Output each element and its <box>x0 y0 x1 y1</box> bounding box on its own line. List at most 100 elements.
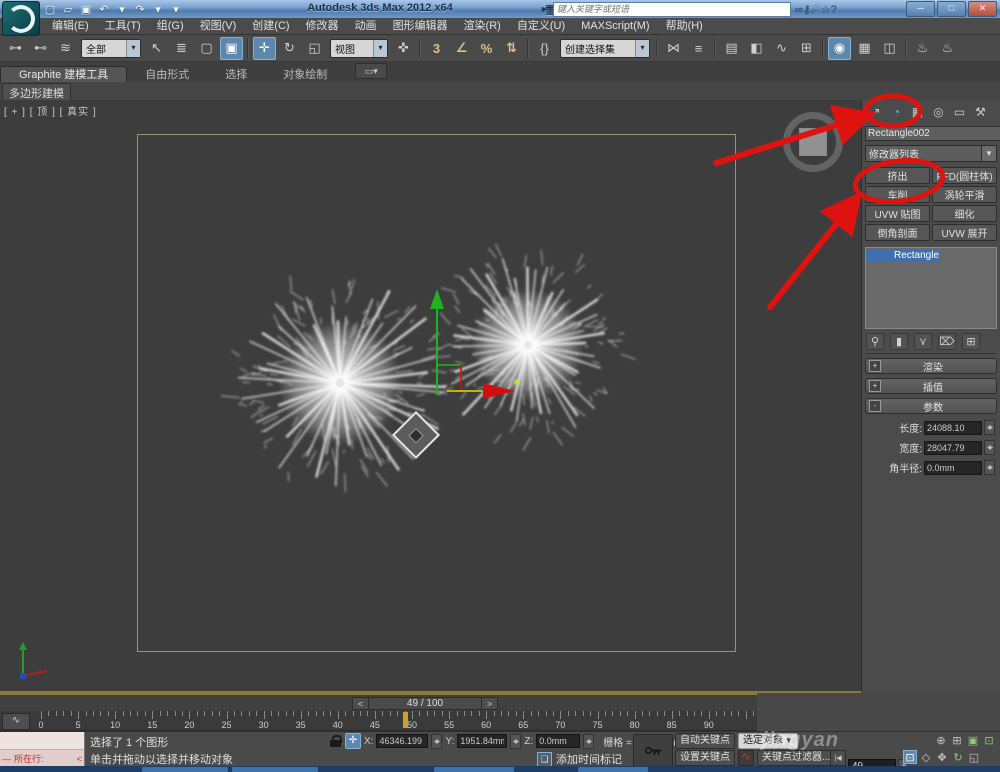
selection-region-icon[interactable]: ▢ <box>195 37 218 60</box>
rollout-rendering[interactable]: + 渲染 <box>865 358 997 374</box>
configure-modifier-sets-icon[interactable]: ⊞ <box>962 333 980 350</box>
open-file-icon[interactable]: ▱ <box>60 2 76 17</box>
width-spinner[interactable] <box>984 440 995 455</box>
select-and-manipulate-icon[interactable]: ✜ <box>392 37 415 60</box>
time-slider-next-button[interactable]: > <box>481 697 498 710</box>
select-and-rotate-icon[interactable]: ↻ <box>278 37 301 60</box>
track-bar[interactable]: ∿ 051015202530354045505560657075808590 <box>0 711 757 731</box>
auto-key-button[interactable]: 自动关键点 <box>675 733 735 749</box>
render-iterative-icon[interactable]: ♨ <box>936 37 959 60</box>
tab-graphite-modeling-tools[interactable]: Graphite 建模工具 <box>0 66 127 83</box>
make-unique-icon[interactable]: ⋎ <box>914 333 932 350</box>
isolate-selection-icon[interactable]: ❏ <box>537 752 552 767</box>
close-button[interactable]: ✕ <box>968 1 997 17</box>
menu-graph-editors[interactable]: 图形编辑器 <box>385 18 456 35</box>
render-setup-icon[interactable]: ▦ <box>853 37 876 60</box>
taskbar-window-button[interactable] <box>232 767 318 772</box>
zoom-icon[interactable]: ⊕ <box>934 733 948 747</box>
keyboard-override-icon[interactable]: {} <box>533 37 556 60</box>
ribbon-minimize-icon[interactable]: ▭▾ <box>355 63 387 79</box>
mirror-icon[interactable]: ⋈ <box>662 37 685 60</box>
search-expand-icon[interactable]: ► <box>540 4 549 14</box>
infocenter-key-icon[interactable]: ⚷ <box>803 4 811 16</box>
edit-named-selection-dropdown[interactable]: 创建选择集▾ <box>560 39 650 58</box>
select-and-scale-icon[interactable]: ◱ <box>303 37 326 60</box>
taskbar-window-button[interactable] <box>142 767 228 772</box>
menu-tools[interactable]: 工具(T) <box>97 18 149 35</box>
time-slider[interactable]: 49 / 100 <box>369 697 481 710</box>
viewcube[interactable] <box>783 112 843 172</box>
menu-customize[interactable]: 自定义(U) <box>509 18 573 35</box>
application-menu-button[interactable] <box>2 1 40 36</box>
selection-set-dropdown[interactable]: 选定对象▼ <box>738 733 798 749</box>
communication-center-icon[interactable]: ☄ <box>811 4 821 16</box>
z-coordinate-field[interactable] <box>536 734 580 748</box>
tab-object-paint[interactable]: 对象绘制 <box>265 67 345 83</box>
move-gizmo[interactable] <box>395 285 535 410</box>
viewport-label[interactable]: [ + ] [ 顶 ] [ 真实 ] <box>4 103 97 118</box>
tab-utilities[interactable]: ⚒ <box>971 103 990 121</box>
object-name-field[interactable] <box>865 126 1000 141</box>
selection-lock-icon[interactable] <box>330 735 342 748</box>
key-tangents-icon[interactable]: ∿ <box>738 750 754 766</box>
expand-icon[interactable]: + <box>869 380 881 392</box>
listener-white-line[interactable] <box>0 732 84 750</box>
redo-dropdown-icon[interactable]: ▾ <box>150 2 166 17</box>
add-time-tag[interactable]: 添加时间标记 <box>556 751 622 767</box>
pin-stack-icon[interactable]: ⚲ <box>866 333 884 350</box>
absolute-mode-typein-icon[interactable]: ✛ <box>345 733 361 749</box>
favorites-icon[interactable]: ☆ <box>821 4 831 16</box>
chevron-down-icon[interactable]: ▾ <box>373 40 387 57</box>
taskbar-window-button[interactable] <box>578 767 648 772</box>
current-frame-marker[interactable] <box>403 712 408 728</box>
menu-group[interactable]: 组(G) <box>149 18 192 35</box>
width-field[interactable] <box>924 441 982 455</box>
show-end-result-icon[interactable]: ▮ <box>890 333 908 350</box>
select-and-move-icon[interactable]: ✛ <box>253 37 276 60</box>
previous-key-icon[interactable]: |◀ <box>830 750 846 766</box>
tab-create[interactable]: ↗ <box>866 103 885 121</box>
field-of-view-icon[interactable]: ◇ <box>919 750 933 764</box>
z-spinner[interactable] <box>583 734 594 749</box>
corner-radius-spinner[interactable] <box>984 460 995 475</box>
maximize-button[interactable]: □ <box>937 1 966 17</box>
align-icon[interactable]: ≡ <box>687 37 710 60</box>
ffd-cylinder-button[interactable]: FFD(圆柱体) <box>932 167 997 184</box>
zoom-region-icon[interactable]: ⊡ <box>903 750 917 764</box>
stack-item-rectangle[interactable]: Rectangle <box>866 250 939 261</box>
tessellate-button[interactable]: 细化 <box>932 205 997 222</box>
tab-freeform[interactable]: 自由形式 <box>127 67 207 83</box>
expand-icon[interactable]: + <box>869 360 881 372</box>
tab-selection[interactable]: 选择 <box>207 67 265 83</box>
manage-layers-icon[interactable]: ▤ <box>720 37 743 60</box>
tab-display[interactable]: ▭ <box>950 103 969 121</box>
window-crossing-icon[interactable]: ▣ <box>220 37 243 60</box>
pan-icon[interactable]: ✥ <box>935 750 949 764</box>
zoom-all-icon[interactable]: ⊞ <box>950 733 964 747</box>
x-coordinate-field[interactable] <box>376 734 428 748</box>
y-spinner[interactable] <box>510 734 521 749</box>
menu-animation[interactable]: 动画 <box>347 18 385 35</box>
remove-modifier-icon[interactable]: ⌦ <box>938 333 956 350</box>
set-keys-button[interactable]: ⚷ <box>633 734 673 767</box>
zoom-extents-all-icon[interactable]: ⊡ <box>982 733 996 747</box>
viewcube-top-face[interactable] <box>799 128 827 156</box>
graphite-ribbon-toggle-icon[interactable]: ◧ <box>745 37 768 60</box>
quick-access-overflow-icon[interactable]: ▾ <box>168 2 184 17</box>
menu-edit[interactable]: 编辑(E) <box>44 18 97 35</box>
schematic-view-icon[interactable]: ⊞ <box>795 37 818 60</box>
save-file-icon[interactable]: ▣ <box>78 2 94 17</box>
y-coordinate-field[interactable] <box>457 734 507 748</box>
chevron-down-icon[interactable]: ▾ <box>126 40 140 57</box>
named-selection-set-dropdown[interactable]: 全部▾ <box>81 39 141 58</box>
set-key-button[interactable]: 设置关键点 <box>675 750 735 766</box>
redo-icon[interactable]: ↷ <box>132 2 148 17</box>
lathe-button[interactable]: 车削 <box>865 186 930 203</box>
new-file-icon[interactable]: ▢ <box>42 2 58 17</box>
chevron-down-icon[interactable]: ▾ <box>635 40 649 57</box>
select-by-name-icon[interactable]: ≣ <box>170 37 193 60</box>
material-editor-icon[interactable]: ◉ <box>828 37 851 60</box>
modifier-list-dropdown[interactable]: 修改器列表 ▼ <box>865 145 997 162</box>
unwrap-uvw-button[interactable]: UVW 展开 <box>932 224 997 241</box>
mini-curve-editor-button[interactable]: ∿ <box>2 713 30 730</box>
